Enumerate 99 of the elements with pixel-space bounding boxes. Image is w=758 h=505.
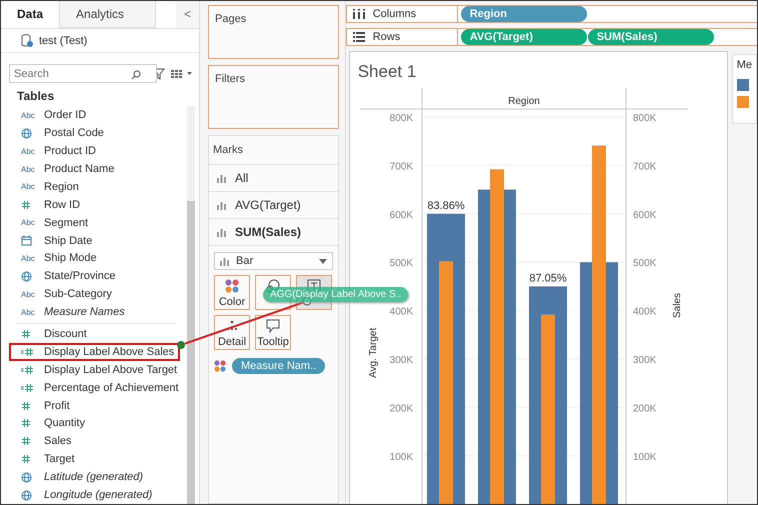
- field-item[interactable]: Discount: [9, 325, 187, 343]
- axis-title: Sales: [672, 292, 683, 318]
- field-item[interactable]: Abc Region: [9, 178, 187, 196]
- data-label: 83.86%: [427, 200, 464, 212]
- color-encoding-icon: [214, 360, 226, 372]
- field-item[interactable]: Abc Measure Names: [9, 303, 187, 322]
- number-type-icon: [21, 329, 31, 340]
- search-field[interactable]: Search: [9, 64, 157, 84]
- bar-chart-icon: [217, 200, 227, 210]
- field-item[interactable]: Abc Ship Mode: [9, 250, 187, 268]
- string-type-icon: Abc: [21, 164, 35, 174]
- calendar-icon: [21, 235, 32, 246]
- field-item[interactable]: Quantity: [9, 414, 187, 432]
- globe-icon: [21, 472, 32, 483]
- axis-tick-label: 800K: [632, 113, 656, 124]
- marks-layer[interactable]: All: [209, 165, 338, 192]
- marks-title: Marks: [209, 136, 338, 165]
- marks-layer[interactable]: AVG(Target): [209, 192, 338, 219]
- axis-title: Avg. Target: [368, 328, 379, 378]
- axis-tick-label: 200K: [389, 403, 413, 414]
- field-item[interactable]: Postal Code: [9, 124, 187, 142]
- pages-shelf-title: Pages: [214, 12, 248, 27]
- field-item[interactable]: Longitude (generated): [9, 486, 187, 504]
- globe-icon: [21, 128, 32, 139]
- field-item[interactable]: Row ID: [9, 196, 187, 214]
- datasource-name[interactable]: test (Test): [39, 34, 88, 47]
- field-item[interactable]: Profit: [9, 396, 187, 415]
- section-heading: Tables: [16, 88, 56, 106]
- axis-tick-label: 600K: [632, 210, 656, 221]
- legend-title: Me: [736, 59, 752, 71]
- collapse-button[interactable]: <: [176, 1, 199, 28]
- string-type-icon: Abc: [21, 110, 35, 120]
- axis-tick-label: 300K: [632, 355, 656, 366]
- sidebar-tab[interactable]: Analytics: [60, 1, 156, 28]
- string-type-icon: Abc: [21, 308, 35, 317]
- field-item[interactable]: Latitude (generated): [9, 468, 187, 486]
- number-type-icon: [21, 400, 31, 411]
- string-type-icon: Abc: [21, 290, 35, 299]
- mark-type-dropdown[interactable]: Bar: [214, 252, 333, 270]
- scrollbar[interactable]: [187, 106, 195, 504]
- number-type-icon: [21, 454, 31, 464]
- caret-icon: [318, 258, 327, 264]
- field-item[interactable]: Ship Date: [9, 232, 187, 250]
- drag-start-dot: [177, 341, 185, 349]
- field-item[interactable]: Abc Product ID: [9, 142, 187, 160]
- field-item[interactable]: Target: [9, 450, 187, 468]
- field-item[interactable]: Abc Product Name: [9, 160, 187, 178]
- axis-tick-label: 600K: [389, 210, 413, 221]
- columns-icon: [352, 9, 365, 19]
- globe-icon: [21, 490, 32, 501]
- axis-tick-label: 400K: [389, 306, 413, 318]
- calculated-field-icon: [21, 364, 34, 375]
- axis-tick-label: 100K: [632, 452, 656, 463]
- database-icon: [21, 34, 33, 48]
- axis-tick-label: 700K: [632, 161, 656, 172]
- string-type-icon: Abc: [21, 182, 35, 192]
- search-icon: [131, 70, 141, 80]
- color-mark-button[interactable]: Color: [214, 275, 250, 310]
- field-item[interactable]: Display Label Above Sales: [9, 342, 180, 361]
- axis-tick-label: 700K: [389, 161, 413, 172]
- axis-tick-label: 500K: [389, 258, 413, 270]
- field-item[interactable]: Abc Segment: [9, 214, 187, 232]
- calculated-field-icon: [21, 346, 34, 357]
- axis-tick-label: 500K: [632, 258, 656, 270]
- string-type-icon: Abc: [21, 146, 35, 156]
- globe-icon: [21, 270, 32, 282]
- number-type-icon: [21, 436, 31, 446]
- field-item[interactable]: Abc Sub-Category: [9, 285, 187, 304]
- field-item[interactable]: Sales: [9, 432, 187, 450]
- string-type-icon: Abc: [21, 254, 35, 263]
- bar-chart-icon: [220, 256, 230, 266]
- string-type-icon: Abc: [21, 218, 35, 228]
- field-item[interactable]: Display Label Above Target: [9, 360, 187, 379]
- bar-chart-icon: [217, 174, 227, 182]
- speech-bubble-icon: [266, 319, 280, 333]
- shelf-label: Rows: [372, 31, 400, 43]
- field-item[interactable]: Abc Order ID: [9, 106, 187, 124]
- axis-tick-label: 100K: [389, 452, 413, 463]
- number-type-icon: [21, 418, 31, 428]
- filters-shelf-title: Filters: [214, 72, 246, 87]
- marks-layer[interactable]: SUM(Sales): [209, 219, 338, 246]
- tooltip-mark-button[interactable]: Tooltip: [255, 315, 291, 350]
- view-toggle-icon[interactable]: [171, 68, 193, 79]
- bar-chart-icon: [217, 228, 227, 236]
- sheet-title: Sheet 1: [356, 61, 418, 83]
- axis-tick-label: 300K: [389, 355, 413, 366]
- shelf-label: Columns: [372, 8, 416, 20]
- number-type-icon: [21, 200, 31, 210]
- field-item[interactable]: Percentage of Achievement: [9, 378, 187, 397]
- data-label: 87.05%: [529, 272, 566, 284]
- axis-tick-label: 200K: [632, 403, 656, 414]
- column-header: Region: [508, 96, 540, 107]
- calculated-field-icon: [21, 382, 34, 393]
- rows-icon: [352, 32, 365, 42]
- axis-tick-label: 400K: [632, 306, 656, 318]
- color-dots-icon: [225, 279, 239, 293]
- axis-tick-label: 800K: [389, 113, 413, 124]
- field-item[interactable]: State/Province: [9, 267, 187, 286]
- detail-mark-button[interactable]: Detail: [214, 315, 250, 350]
